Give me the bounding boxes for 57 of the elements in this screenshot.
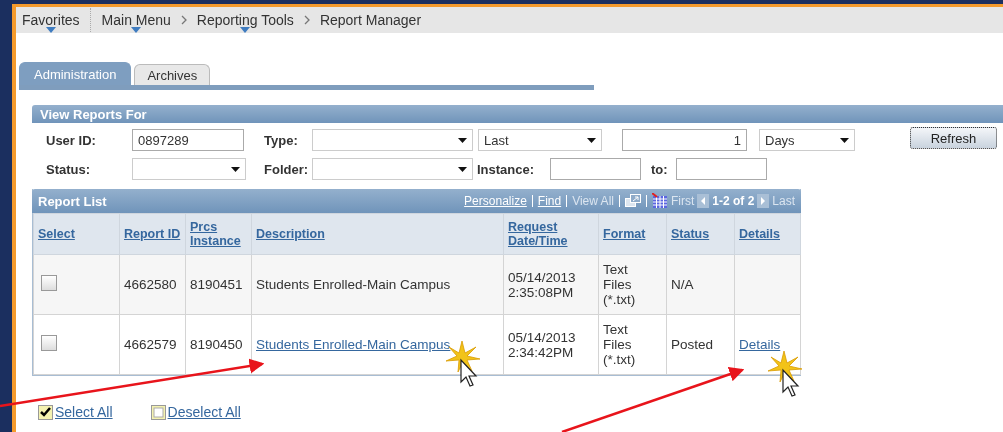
format-text: Text Files (*.txt): [603, 262, 637, 307]
breadcrumb-link[interactable]: Reporting Tools: [196, 7, 294, 33]
action-link[interactable]: Select All: [55, 404, 113, 420]
table-cell: 05/14/2013 2:34:42PM: [503, 314, 599, 375]
table-cell: 8190451: [185, 254, 252, 315]
sparkle-icon: [767, 350, 803, 383]
format-text: Text Files (*.txt): [603, 322, 637, 367]
field-label: to:: [651, 161, 669, 177]
table-cell: 4662579: [119, 314, 186, 375]
cursor-icon: [460, 358, 478, 387]
report-name-link[interactable]: Students Enrolled-Main Campus: [256, 337, 451, 352]
field-label: Folder:: [264, 161, 310, 177]
checkbox[interactable]: [41, 275, 57, 291]
table-cell: 05/14/2013 2:35:08PM: [503, 254, 599, 315]
table-cell: 8190450: [185, 314, 252, 375]
table-cell: Posted: [666, 314, 735, 375]
breadcrumb-link[interactable]: Favorites: [22, 7, 80, 33]
previous-icon[interactable]: [697, 194, 710, 208]
dropdown-arrow-icon: [231, 166, 240, 172]
input-field[interactable]: [676, 158, 767, 180]
tab[interactable]: Archives: [134, 64, 211, 85]
field-label: Type:: [264, 132, 299, 148]
cursor-icon: [782, 368, 800, 397]
dropdown[interactable]: [312, 158, 473, 180]
table-cell: N/A: [666, 254, 735, 315]
refresh-button[interactable]: Refresh: [910, 127, 997, 149]
breadcrumb-link[interactable]: Report Manager: [319, 7, 422, 33]
dropdown[interactable]: [132, 158, 246, 180]
field-label: Instance:: [477, 161, 536, 177]
report-name: Students Enrolled-Main Campus: [256, 277, 451, 292]
dropdown-arrow-icon: [458, 137, 467, 143]
section-header: View Reports For: [32, 105, 1003, 123]
field-label: Status:: [46, 161, 92, 177]
new-window-icon[interactable]: [624, 194, 641, 208]
dropdown-arrow-icon: [587, 137, 596, 143]
page-count: 1-2 of 2: [712, 194, 755, 208]
action-link[interactable]: Deselect All: [167, 404, 241, 420]
checkbox[interactable]: [41, 335, 57, 351]
grid-title: Report List: [38, 193, 107, 209]
dropdown-arrow-icon: [840, 137, 849, 143]
grid-download-icon[interactable]: [651, 193, 668, 209]
empty-box-icon[interactable]: [150, 405, 166, 420]
breadcrumb-link[interactable]: Main Menu: [101, 7, 171, 33]
dropdown-arrow-icon: [458, 166, 467, 172]
next-icon[interactable]: [757, 194, 770, 208]
number-field[interactable]: 1: [622, 129, 747, 151]
input-field[interactable]: [550, 158, 641, 180]
input-field[interactable]: 0897289: [132, 129, 244, 151]
details-link[interactable]: Details: [739, 337, 781, 352]
table-cell: 4662580: [119, 254, 186, 315]
dropdown[interactable]: [312, 129, 473, 151]
chevron-icon: [302, 15, 311, 25]
chevron-icon: [179, 15, 188, 25]
dropdown[interactable]: Last: [478, 129, 602, 151]
checked-box-icon[interactable]: [38, 405, 53, 420]
dropdown[interactable]: Days: [759, 129, 855, 151]
field-label: User ID:: [46, 132, 97, 148]
